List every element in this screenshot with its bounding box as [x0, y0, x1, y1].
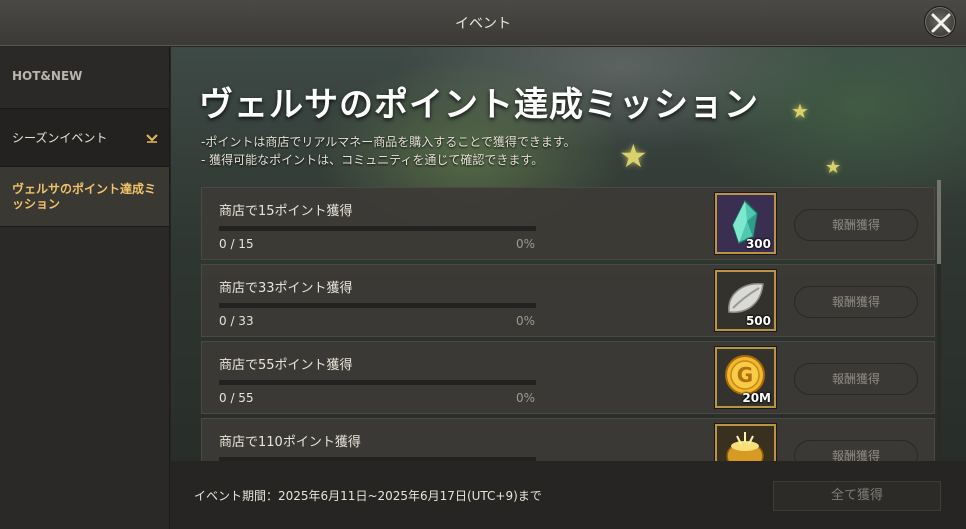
svg-text:G: G: [737, 363, 753, 387]
sidebar-item-label: ヴェルサのポイント達成ミッション: [12, 181, 157, 211]
claim-reward-button[interactable]: 報酬獲得: [794, 209, 918, 241]
sidebar-item-versa-mission[interactable]: ヴェルサのポイント達成ミッション: [0, 167, 169, 227]
sidebar-item-label: シーズンイベント: [12, 131, 108, 145]
close-button[interactable]: [924, 6, 956, 38]
progress-count: 0 / 55: [219, 391, 254, 405]
progress-percent: 0%: [516, 314, 536, 328]
close-icon: [931, 13, 951, 33]
event-window: イベント HOT&NEW シーズンイベント ヴェルサのポイント達成ミッション ★…: [0, 0, 966, 529]
treasure-pot-icon: [726, 432, 764, 461]
scrollbar-thumb[interactable]: [937, 180, 941, 264]
claim-all-button[interactable]: 全て獲得: [773, 481, 941, 511]
reward-item[interactable]: 300: [715, 193, 776, 254]
star-decoration-icon: ★: [619, 137, 648, 175]
progress-bar: [219, 226, 536, 231]
event-description: -ポイントは商店でリアルマネー商品を購入することで獲得できます。: [201, 135, 576, 149]
reward-quantity: 500: [745, 314, 771, 328]
window-title: イベント: [455, 16, 511, 32]
reward-item[interactable]: [715, 424, 776, 461]
expand-arrow-icon: [146, 134, 158, 143]
claim-reward-button[interactable]: 報酬獲得: [794, 440, 918, 461]
sidebar-header: HOT&NEW: [0, 47, 169, 109]
event-title: ヴェルサのポイント達成ミッション: [199, 85, 759, 125]
progress-count: 0 / 15: [219, 237, 254, 251]
progress-count: 0 / 33: [219, 314, 254, 328]
mission-row: 商店で110ポイント獲得 報酬獲得: [201, 418, 935, 461]
reward-item[interactable]: 500: [715, 270, 776, 331]
star-decoration-icon: ★: [825, 157, 842, 178]
star-decoration-icon: ★: [791, 99, 809, 123]
reward-quantity: 20M: [742, 391, 771, 405]
scrollbar[interactable]: [937, 180, 941, 460]
claim-reward-button[interactable]: 報酬獲得: [794, 363, 918, 395]
event-content: ★ ★ ★ ヴェルサのポイント達成ミッション -ポイントは商店でリアルマネー商品…: [171, 47, 966, 529]
mission-title: 商店で110ポイント獲得: [219, 435, 361, 450]
reward-quantity: 300: [745, 237, 771, 251]
claim-reward-button[interactable]: 報酬獲得: [794, 286, 918, 318]
mission-title: 商店で15ポイント獲得: [219, 204, 353, 219]
mission-list: 商店で15ポイント獲得 0 / 15 0% 300 報酬獲得 商店で33ポイント…: [193, 180, 947, 461]
reward-item[interactable]: G 20M: [715, 347, 776, 408]
mission-title: 商店で55ポイント獲得: [219, 358, 353, 373]
footer: イベント期間：2025年6月11日~2025年6月17日(UTC+9)まで 全て…: [171, 461, 966, 529]
title-bar: イベント: [0, 0, 966, 46]
progress-bar: [219, 303, 536, 308]
event-period: イベント期間：2025年6月11日~2025年6月17日(UTC+9)まで: [194, 489, 542, 503]
progress-bar: [219, 380, 536, 385]
mission-row: 商店で33ポイント獲得 0 / 33 0% 500 報酬獲得: [201, 264, 935, 337]
progress-percent: 0%: [516, 237, 536, 251]
event-description: - 獲得可能なポイントは、コミュニティを通じて確認できます。: [201, 153, 544, 167]
sidebar: HOT&NEW シーズンイベント ヴェルサのポイント達成ミッション: [0, 47, 170, 529]
progress-percent: 0%: [516, 391, 536, 405]
mission-row: 商店で15ポイント獲得 0 / 15 0% 300 報酬獲得: [201, 187, 935, 260]
sidebar-item-season-event[interactable]: シーズンイベント: [0, 109, 169, 167]
mission-row: 商店で55ポイント獲得 0 / 55 0% G 20M 報酬獲得: [201, 341, 935, 414]
mission-title: 商店で33ポイント獲得: [219, 281, 353, 296]
